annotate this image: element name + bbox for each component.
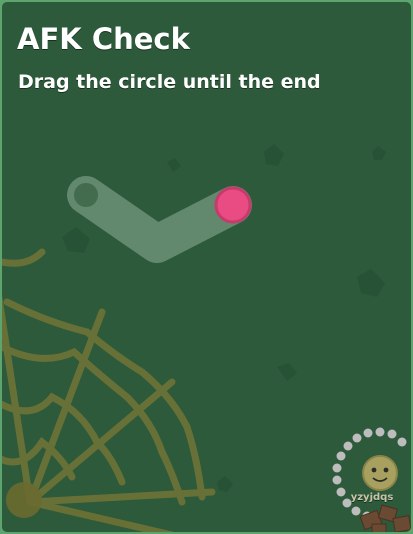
page-title: AFK Check xyxy=(17,22,190,56)
player-name-label: yzyjdqs xyxy=(350,492,394,503)
instruction-text: Drag the circle until the end xyxy=(18,71,321,93)
afk-check-panel: AFK Check Drag the circle until the end … xyxy=(0,0,413,534)
